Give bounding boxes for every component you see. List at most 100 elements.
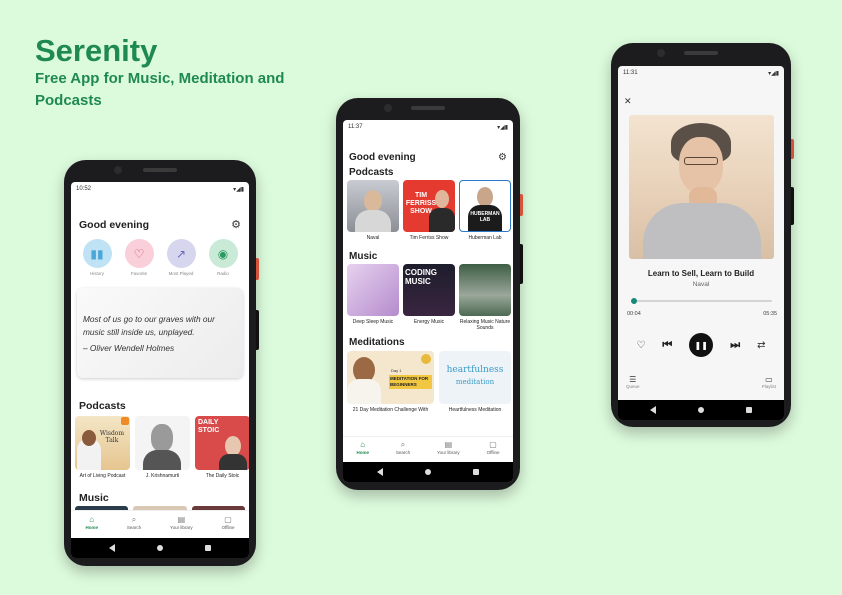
quick-radio[interactable]: ◉ Radio [208, 239, 238, 276]
meditation-caption: Heartfulness Meditation [448, 407, 502, 413]
music-card[interactable]: Deep Sleep Music [347, 264, 399, 331]
phone-browse: 11:37 ▾◢▮ Good evening ⚙ Podcasts Naval … [336, 98, 523, 490]
portrait-body [429, 208, 455, 232]
pause-button[interactable]: ❚❚ [689, 333, 714, 357]
home-screen: 10:52 ▾◢▮ Good evening ⚙ ▮▮ History ♡ Fa… [71, 182, 249, 558]
tab-library[interactable]: ▤ Your library [170, 515, 193, 538]
greeting: Good evening [349, 152, 416, 163]
playlist-button[interactable]: ▭ Playlist [762, 375, 776, 389]
music-card[interactable]: Relaxing Music Nature Sounds [459, 264, 511, 331]
quick-history[interactable]: ▮▮ History [82, 239, 112, 276]
meditation-card[interactable]: Day 1 MEDITATION FOR BEGINNERS 21 Day Me… [347, 351, 434, 413]
nav-recent-icon[interactable] [746, 407, 752, 413]
queue-label: Queue [626, 384, 640, 389]
music-card[interactable]: CODING MUSIC Energy Music [403, 264, 455, 331]
greeting: Good evening [79, 218, 150, 231]
chart-bars-icon: ▮▮ [82, 239, 112, 268]
phone-camera [114, 166, 122, 174]
nav-home-icon[interactable] [698, 407, 704, 413]
status-bar: 11:31 ▾◢▮ [618, 66, 784, 80]
tab-label: Offline [486, 450, 500, 455]
podcast-card[interactable]: J. Krishnamurti [135, 416, 190, 479]
music-row: Deep Sleep Music CODING MUSIC Energy Mus… [343, 264, 513, 331]
progress-knob[interactable] [630, 298, 637, 304]
podcast-card[interactable]: Naval [347, 180, 399, 241]
offline-icon: ▢ [489, 440, 497, 449]
quick-most-played[interactable]: ↗ Most Played [166, 239, 196, 276]
meditation-card[interactable]: heartfulness meditation Heartfulness Med… [439, 351, 511, 413]
nav-back-icon[interactable] [377, 468, 383, 476]
portrait-face [151, 424, 173, 452]
podcast-art-title: HUBERMAN LAB [470, 211, 500, 223]
portrait-body [219, 454, 247, 470]
previous-track-icon[interactable]: ⏮ [662, 339, 672, 352]
playlist-label: Playlist [761, 384, 776, 389]
home-icon: ⌂ [360, 440, 366, 449]
phone-side-button [520, 244, 523, 284]
settings-gear-icon[interactable]: ⚙ [231, 218, 241, 231]
track-title: Learn to Sell, Learn to Build [647, 269, 755, 278]
phone-side-button [520, 194, 523, 216]
tab-library[interactable]: ▤ Your library [437, 440, 460, 462]
teacher-body [347, 379, 381, 404]
status-time: 11:31 [623, 70, 638, 76]
tab-search[interactable]: ⌕ Search [396, 440, 410, 462]
nav-back-icon[interactable] [650, 406, 656, 414]
progress-track[interactable] [630, 298, 772, 304]
quote-author: – Oliver Wendell Holmes [83, 343, 175, 353]
podcast-card[interactable]: Wisdom Talk Art of Living Podcast [75, 416, 130, 479]
next-track-icon[interactable]: ⏭ [730, 339, 740, 352]
tab-offline[interactable]: ▢ Offline [222, 515, 235, 538]
queue-icon: ☰ [629, 375, 637, 384]
close-icon[interactable]: ✕ [624, 96, 632, 107]
quick-favorite[interactable]: ♡ Favorite [124, 239, 154, 276]
podcasts-heading: Podcasts [79, 400, 126, 412]
nav-back-icon[interactable] [109, 544, 115, 552]
status-icons: ▾◢▮ [233, 186, 244, 193]
podcast-art: HUBERMAN LAB [459, 180, 511, 232]
queue-button[interactable]: ☰ Queue [626, 375, 640, 389]
podcast-art: TIM FERRISS SHOW [403, 180, 455, 232]
settings-gear-icon[interactable]: ⚙ [498, 152, 507, 163]
music-art [347, 264, 399, 316]
podcast-art [347, 180, 399, 232]
meditation-art: Day 1 MEDITATION FOR BEGINNERS [347, 351, 434, 404]
portrait-face [225, 436, 241, 456]
favorite-heart-icon[interactable]: ♡ [636, 340, 645, 351]
meditation-caption: 21 Day Meditation Challenge With [352, 407, 429, 413]
system-nav-bar [343, 462, 513, 482]
music-art [459, 264, 511, 316]
tab-label: Offline [221, 525, 235, 530]
library-icon: ▤ [177, 515, 186, 524]
podcast-caption: Huberman Lab [468, 235, 502, 241]
podcast-art [135, 416, 190, 470]
tab-label: Home [356, 450, 369, 455]
podcast-card[interactable]: HUBERMAN LAB Huberman Lab [459, 180, 511, 241]
tab-home[interactable]: ⌂ Home [356, 440, 369, 462]
meditations-heading: Meditations [349, 337, 405, 348]
nav-recent-icon[interactable] [205, 545, 211, 551]
repeat-icon[interactable]: ⇄ [757, 340, 765, 351]
app-title: Serenity [35, 33, 158, 68]
duration-time: 05:35 [763, 311, 777, 317]
nav-home-icon[interactable] [157, 545, 163, 551]
player-controls: ♡ ⏮ ❚❚ ⏭ ⇄ [618, 332, 784, 358]
phone-speaker [143, 168, 177, 172]
phone-home: 10:52 ▾◢▮ Good evening ⚙ ▮▮ History ♡ Fa… [64, 160, 259, 566]
tab-home[interactable]: ⌂ Home [85, 515, 98, 538]
meditation-art-subtitle: meditation [455, 378, 495, 386]
bottom-tab-bar: ⌂ Home ⌕ Search ▤ Your library ▢ Offline [343, 436, 513, 462]
podcast-card[interactable]: TIM FERRISS SHOW Tim Ferriss Show [403, 180, 455, 241]
tab-offline[interactable]: ▢ Offline [487, 440, 500, 462]
podcast-card[interactable]: DAILY STOIC The Daily Stoic [195, 416, 249, 479]
album-art [629, 115, 774, 259]
podcast-art-title: DAILY STOIC [198, 419, 220, 434]
music-art-title: CODING MUSIC [405, 268, 437, 286]
podcast-row: Naval TIM FERRISS SHOW Tim Ferriss Show … [343, 180, 513, 241]
nav-home-icon[interactable] [425, 469, 431, 475]
status-bar: 11:37 ▾◢▮ [343, 120, 513, 134]
search-icon: ⌕ [400, 440, 406, 449]
tab-search[interactable]: ⌕ Search [127, 515, 141, 538]
nav-recent-icon[interactable] [473, 469, 479, 475]
playlist-folder-icon: ▭ [765, 375, 773, 384]
